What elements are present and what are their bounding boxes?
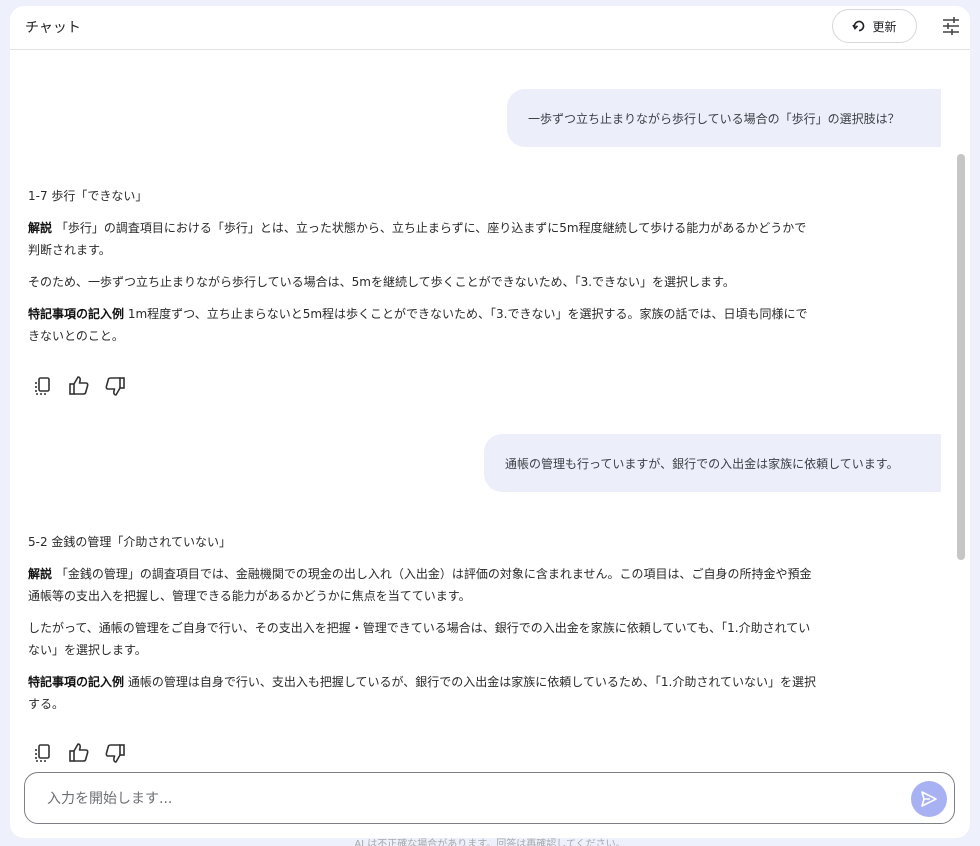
user-message: 通帳の管理も行っていますが、銀行での入出金は家族に依頼しています。 xyxy=(484,434,941,492)
thumbs-down-icon[interactable] xyxy=(104,742,126,764)
thumbs-up-icon[interactable] xyxy=(68,742,90,764)
send-button[interactable] xyxy=(911,781,947,817)
refresh-label: 更新 xyxy=(872,19,897,34)
footer-disclaimer: AI は不正確な場合があります。回答は再確認してください。 xyxy=(354,839,626,846)
refresh-icon xyxy=(852,20,865,32)
reply-explanation: 解説 「金銭の管理」の調査項目では、金融機関での現金の出し入れ（入出金）は評価の… xyxy=(28,567,812,603)
chat-header: チャット 更新 xyxy=(10,6,970,50)
reply-heading: 5-2 金銭の管理「介助されていない」 xyxy=(28,535,232,549)
user-message-text: 一歩ずつ立ち止まりながら歩行している場合の「歩行」の選択肢は？ xyxy=(528,111,900,126)
reply-paragraph: したがって、通帳の管理をご自身で行い、その支出入を把握・管理できている場合は、銀… xyxy=(28,621,811,657)
reply-heading: 1-7 歩行「できない」 xyxy=(28,189,148,203)
chat-scrollbar[interactable] xyxy=(957,154,965,560)
refresh-button[interactable]: 更新 xyxy=(832,9,917,43)
user-message-text: 通帳の管理も行っていますが、銀行での入出金は家族に依頼しています。 xyxy=(505,456,899,471)
copy-icon[interactable] xyxy=(32,375,54,397)
assistant-message: 5-2 金銭の管理「介助されていない」 解説 「金銭の管理」の調査項目では、金融… xyxy=(28,531,818,715)
message-actions xyxy=(32,742,126,764)
reply-explanation: 解説 「歩行」の調査項目における「歩行」とは、立った状態から、立ち止まらずに、座… xyxy=(28,221,807,257)
reply-note: 特記事項の記入例 通帳の管理は自身で行い、支出入も把握しているが、銀行での入出金… xyxy=(28,675,816,711)
message-actions xyxy=(32,375,126,397)
user-message: 一歩ずつ立ち止まりながら歩行している場合の「歩行」の選択肢は？ xyxy=(507,89,941,147)
reply-note: 特記事項の記入例 1m程度ずつ、立ち止まらないと5m程は歩くことができないため、… xyxy=(28,307,808,343)
copy-icon[interactable] xyxy=(32,742,54,764)
reply-paragraph: そのため、一歩ずつ立ち止まりながら歩行している場合は、5mを継続して歩くことがで… xyxy=(28,275,735,289)
page-title: チャット xyxy=(25,20,81,36)
send-icon xyxy=(921,791,937,807)
chat-panel: チャット 更新 一歩ずつ立ち止まりながら歩行している場合の「歩行」の選択肢は？ … xyxy=(10,6,970,838)
chat-input[interactable] xyxy=(45,787,899,811)
thumbs-up-icon[interactable] xyxy=(68,375,90,397)
assistant-message: 1-7 歩行「できない」 解説 「歩行」の調査項目における「歩行」とは、立った状… xyxy=(28,185,818,347)
chat-input-box xyxy=(24,772,955,824)
thumbs-down-icon[interactable] xyxy=(104,375,126,397)
tune-icon[interactable] xyxy=(941,16,961,36)
